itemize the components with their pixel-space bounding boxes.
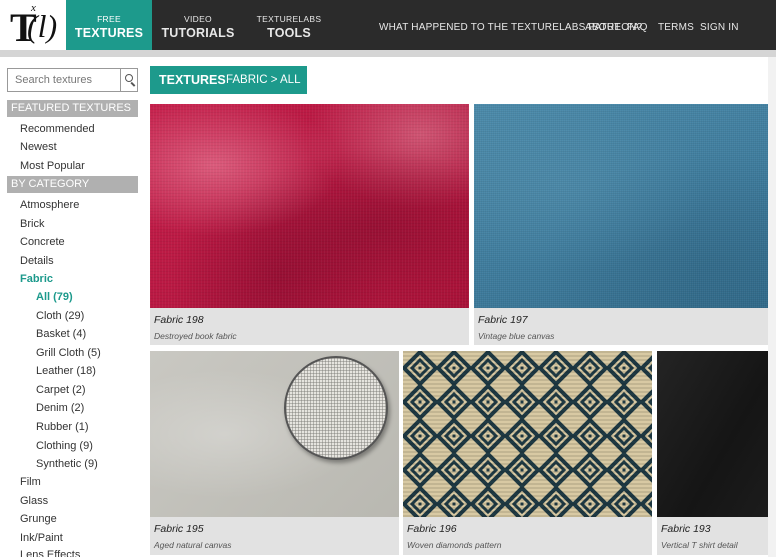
- sidebar-item-glass[interactable]: Glass: [20, 495, 48, 507]
- sidebar-subitem-basket[interactable]: Basket (4): [36, 328, 86, 340]
- sidebar-item-details[interactable]: Details: [20, 255, 54, 267]
- sidebar-subitem-all[interactable]: All (79): [36, 291, 73, 303]
- sidebar-item-lens-effects[interactable]: Lens Effects: [20, 549, 80, 557]
- nav-tab-small-label: FREE: [97, 14, 121, 24]
- sidebar-subitem-leather[interactable]: Leather (18): [36, 365, 96, 377]
- texture-title: Fabric 196: [407, 523, 457, 535]
- nav-divider: [0, 50, 776, 57]
- page-scrollbar[interactable]: [768, 57, 776, 557]
- texture-thumbnail[interactable]: [474, 104, 768, 308]
- texture-card-fabric-196[interactable]: Fabric 196 Woven diamonds pattern: [403, 351, 652, 555]
- sidebar-subitem-denim[interactable]: Denim (2): [36, 402, 84, 414]
- sidebar-subitem-rubber[interactable]: Rubber (1): [36, 421, 89, 433]
- breadcrumb-path: FABRIC > ALL: [226, 74, 301, 86]
- sidebar-subitem-carpet[interactable]: Carpet (2): [36, 384, 86, 396]
- nav-tab-small-label: TEXTURELABS: [256, 14, 322, 24]
- texture-card-fabric-195[interactable]: Fabric 195 Aged natural canvas: [150, 351, 399, 555]
- nav-tab-big-label: TUTORIALS: [161, 26, 235, 40]
- sidebar-subitem-grill-cloth[interactable]: Grill Cloth (5): [36, 347, 101, 359]
- sidebar-item-atmosphere[interactable]: Atmosphere: [20, 199, 79, 211]
- sidebar-item-ink-paint[interactable]: Ink/Paint: [20, 532, 63, 544]
- texture-thumbnail[interactable]: [150, 351, 399, 517]
- top-navigation-bar: T (l) x FREE TEXTURES VIDEO TUTORIALS TE…: [0, 0, 776, 50]
- sidebar-item-recommended[interactable]: Recommended: [20, 123, 95, 135]
- search-icon: [125, 74, 133, 82]
- breadcrumb-section[interactable]: TEXTURES: [159, 73, 226, 87]
- sidebar-item-fabric[interactable]: Fabric: [20, 273, 53, 285]
- sidebar-subitem-synthetic[interactable]: Synthetic (9): [36, 458, 98, 470]
- nav-tab-big-label: TEXTURES: [74, 26, 144, 40]
- nav-tab-video-tutorials[interactable]: VIDEO TUTORIALS: [152, 0, 244, 50]
- search-input[interactable]: [8, 69, 120, 91]
- texture-subtitle: Vertical T shirt detail: [661, 540, 738, 550]
- texture-thumbnail[interactable]: [403, 351, 652, 517]
- sidebar-subitem-clothing[interactable]: Clothing (9): [36, 440, 93, 452]
- canvas-closeup-circle: [284, 356, 388, 460]
- texture-card-fabric-197[interactable]: Fabric 197 Vintage blue canvas: [474, 104, 768, 345]
- sidebar-item-most-popular[interactable]: Most Popular: [20, 160, 85, 172]
- search-button[interactable]: [120, 69, 138, 91]
- sidebar-item-grunge[interactable]: Grunge: [20, 513, 57, 525]
- sidebar-item-film[interactable]: Film: [20, 476, 41, 488]
- texture-card-fabric-198[interactable]: Fabric 198 Destroyed book fabric: [150, 104, 469, 345]
- search-icon-handle: [130, 82, 136, 87]
- texturelabs-logo[interactable]: T (l) x: [0, 0, 66, 50]
- by-category-heading: BY CATEGORY: [7, 176, 138, 193]
- featured-textures-heading: FEATURED TEXTURES: [7, 100, 138, 117]
- nav-tab-big-label: TOOLS: [267, 26, 311, 40]
- sidebar-item-concrete[interactable]: Concrete: [20, 236, 65, 248]
- texture-subtitle: Destroyed book fabric: [154, 331, 237, 341]
- texture-title: Fabric 195: [154, 523, 204, 535]
- search-box: [7, 68, 138, 92]
- sidebar-subitem-cloth[interactable]: Cloth (29): [36, 310, 84, 322]
- nav-tab-small-label: VIDEO: [184, 14, 212, 24]
- nav-tab-texturelabs-tools[interactable]: TEXTURELABS TOOLS: [244, 0, 334, 50]
- nav-tab-free-textures[interactable]: FREE TEXTURES: [66, 0, 152, 50]
- nav-link-faq[interactable]: FAQ: [627, 22, 648, 33]
- sidebar-item-newest[interactable]: Newest: [20, 141, 57, 153]
- texture-subtitle: Aged natural canvas: [154, 540, 232, 550]
- texture-subtitle: Vintage blue canvas: [478, 331, 555, 341]
- nav-link-about[interactable]: ABOUT: [585, 22, 620, 33]
- nav-link-terms[interactable]: TERMS: [658, 22, 694, 33]
- texture-card-fabric-193[interactable]: Fabric 193 Vertical T shirt detail: [657, 351, 768, 555]
- nav-link-sign-in[interactable]: SIGN IN: [700, 22, 739, 33]
- texture-title: Fabric 197: [478, 314, 528, 326]
- texture-title: Fabric 193: [661, 523, 711, 535]
- texture-subtitle: Woven diamonds pattern: [407, 540, 502, 550]
- logo-superscript: x: [31, 2, 36, 14]
- texture-title: Fabric 198: [154, 314, 204, 326]
- sidebar-item-brick[interactable]: Brick: [20, 218, 44, 230]
- breadcrumb: TEXTURES FABRIC > ALL: [150, 66, 307, 94]
- texture-thumbnail[interactable]: [150, 104, 469, 308]
- texture-thumbnail[interactable]: [657, 351, 768, 517]
